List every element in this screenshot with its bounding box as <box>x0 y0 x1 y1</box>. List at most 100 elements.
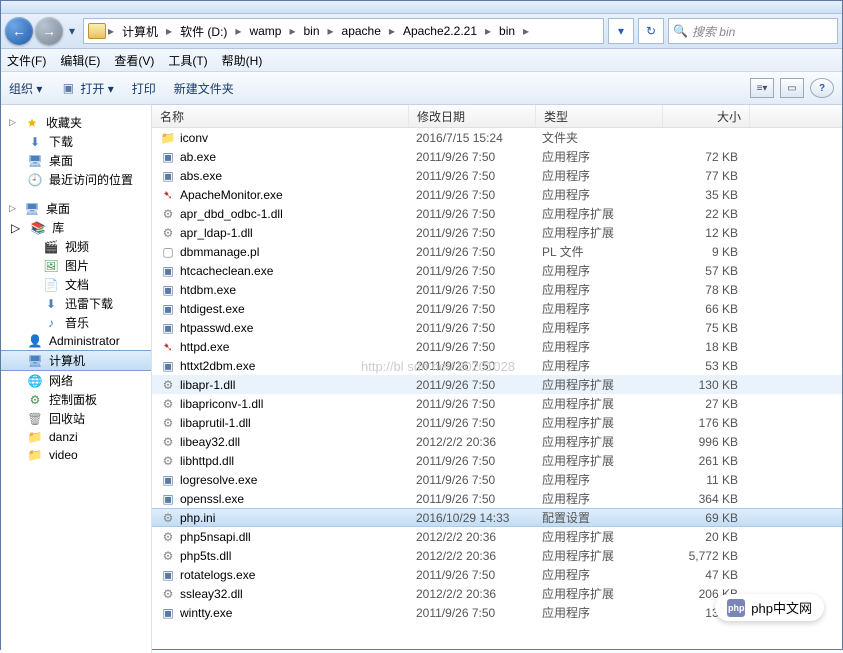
sidebar-item-recycle[interactable]: 🗑回收站 <box>1 409 151 428</box>
file-name: libaprutil-1.dll <box>180 416 251 430</box>
file-row[interactable]: ▣ab.exe2011/9/26 7:50应用程序72 KB <box>152 147 842 166</box>
file-row[interactable]: ➷httpd.exe2011/9/26 7:50应用程序18 KB <box>152 337 842 356</box>
refresh-button[interactable]: ↻ <box>638 18 664 44</box>
menu-help[interactable]: 帮助(H) <box>222 52 263 69</box>
nav-history-dropdown[interactable]: ▾ <box>65 21 79 41</box>
file-row[interactable]: ⚙apr_ldap-1.dll2011/9/26 7:50应用程序扩展12 KB <box>152 223 842 242</box>
breadcrumb-segment[interactable]: apache <box>336 19 387 43</box>
menu-file[interactable]: 文件(F) <box>7 52 46 69</box>
file-row[interactable]: ▣htdigest.exe2011/9/26 7:50应用程序66 KB <box>152 299 842 318</box>
file-row[interactable]: ▣htcacheclean.exe2011/9/26 7:50应用程序57 KB <box>152 261 842 280</box>
breadcrumb-segment[interactable]: bin <box>297 19 325 43</box>
exe-icon: ▣ <box>160 491 176 507</box>
file-row[interactable]: ▣openssl.exe2011/9/26 7:50应用程序364 KB <box>152 489 842 508</box>
file-row[interactable]: ⚙libapr-1.dll2011/9/26 7:50应用程序扩展130 KB <box>152 375 842 394</box>
breadcrumb-path[interactable]: ▸计算机▸软件 (D:)▸wamp▸bin▸apache▸Apache2.2.2… <box>83 18 604 44</box>
nav-back-button[interactable]: ← <box>5 17 33 45</box>
file-date: 2011/9/26 7:50 <box>408 226 534 240</box>
expand-icon: ▷ <box>9 203 18 214</box>
breadcrumb-segment[interactable]: wamp <box>243 19 287 43</box>
file-row[interactable]: ▣htpasswd.exe2011/9/26 7:50应用程序75 KB <box>152 318 842 337</box>
file-row[interactable]: ▢dbmmanage.pl2011/9/26 7:50PL 文件9 KB <box>152 242 842 261</box>
file-size: 27 KB <box>660 397 746 411</box>
file-row[interactable]: ⚙php5ts.dll2012/2/2 20:36应用程序扩展5,772 KB <box>152 546 842 565</box>
file-name: php5ts.dll <box>180 549 231 563</box>
file-size: 11 KB <box>660 473 746 487</box>
column-type[interactable]: 类型 <box>536 105 663 127</box>
file-row[interactable]: ⚙php5nsapi.dll2012/2/2 20:36应用程序扩展20 KB <box>152 527 842 546</box>
file-row[interactable]: ▣httxt2dbm.exe2011/9/26 7:50应用程序53 KB <box>152 356 842 375</box>
file-date: 2011/9/26 7:50 <box>408 492 534 506</box>
sidebar-item-label: 文档 <box>65 276 89 293</box>
file-row[interactable]: ⚙libaprutil-1.dll2011/9/26 7:50应用程序扩展176… <box>152 413 842 432</box>
file-type: 应用程序扩展 <box>534 433 660 450</box>
breadcrumb-separator-icon[interactable]: ▸ <box>483 24 493 38</box>
nav-forward-button[interactable]: → <box>35 17 63 45</box>
nav-buttons: ← → ▾ <box>5 17 79 45</box>
sidebar-item-music[interactable]: ♪音乐 <box>1 313 151 332</box>
breadcrumb-segment[interactable]: Apache2.2.21 <box>397 19 483 43</box>
file-row[interactable]: ⚙libeay32.dll2012/2/2 20:36应用程序扩展996 KB <box>152 432 842 451</box>
file-row[interactable]: ▣abs.exe2011/9/26 7:50应用程序77 KB <box>152 166 842 185</box>
file-row[interactable]: ⚙libapriconv-1.dll2011/9/26 7:50应用程序扩展27… <box>152 394 842 413</box>
breadcrumb-separator-icon[interactable]: ▸ <box>287 24 297 38</box>
file-size: 69 KB <box>660 511 746 525</box>
column-size[interactable]: 大小 <box>663 105 750 127</box>
menu-edit[interactable]: 编辑(E) <box>60 52 100 69</box>
print-button[interactable]: 打印 <box>132 80 156 97</box>
view-options-button[interactable]: ≡▾ <box>750 78 774 98</box>
sidebar-item-document[interactable]: 📄文档 <box>1 275 151 294</box>
help-button[interactable]: ? <box>810 78 834 98</box>
open-button[interactable]: ▣ 打开 ▾ <box>60 80 113 97</box>
preview-pane-button[interactable]: ▭ <box>780 78 804 98</box>
breadcrumb-separator-icon[interactable]: ▸ <box>521 24 531 38</box>
organize-button[interactable]: 组织 ▾ <box>9 80 42 97</box>
breadcrumb-separator-icon[interactable]: ▸ <box>326 24 336 38</box>
file-type: 应用程序扩展 <box>534 528 660 545</box>
sidebar-item-network[interactable]: 🌐网络 <box>1 371 151 390</box>
sidebar-item-user[interactable]: 👤Administrator <box>1 332 151 350</box>
new-folder-button[interactable]: 新建文件夹 <box>174 80 234 97</box>
menu-tools[interactable]: 工具(T) <box>168 52 207 69</box>
menu-view[interactable]: 查看(V) <box>114 52 154 69</box>
sidebar-item-computer[interactable]: 🖥计算机 <box>1 350 151 371</box>
sidebar-item-video[interactable]: 🎬视频 <box>1 237 151 256</box>
breadcrumb-separator-icon[interactable]: ▸ <box>164 24 174 38</box>
recycle-icon: 🗑 <box>27 411 43 427</box>
sidebar-item-folder[interactable]: 📁danzi <box>1 428 151 446</box>
sidebar-item-library[interactable]: ▷📚库 <box>1 218 151 237</box>
breadcrumb-dropdown[interactable]: ▾ <box>608 18 634 44</box>
sidebar-item-picture[interactable]: 🖼图片 <box>1 256 151 275</box>
sidebar-item-download[interactable]: ⬇下载 <box>1 132 151 151</box>
file-name: ab.exe <box>180 150 216 164</box>
breadcrumb-separator-icon[interactable]: ▸ <box>106 24 116 38</box>
file-date: 2011/9/26 7:50 <box>408 245 534 259</box>
column-name[interactable]: 名称 <box>152 105 409 127</box>
sidebar-item-control[interactable]: ⚙控制面板 <box>1 390 151 409</box>
search-input[interactable]: 🔍 搜索 bin <box>668 18 838 44</box>
file-name: htdigest.exe <box>180 302 245 316</box>
sidebar-item-recent[interactable]: 🕘最近访问的位置 <box>1 170 151 189</box>
file-row[interactable]: ▣logresolve.exe2011/9/26 7:50应用程序11 KB <box>152 470 842 489</box>
file-row[interactable]: ▣htdbm.exe2011/9/26 7:50应用程序78 KB <box>152 280 842 299</box>
file-row[interactable]: ➷ApacheMonitor.exe2011/9/26 7:50应用程序35 K… <box>152 185 842 204</box>
breadcrumb-separator-icon[interactable]: ▸ <box>387 24 397 38</box>
file-row[interactable]: 📁iconv2016/7/15 15:24文件夹 <box>152 128 842 147</box>
breadcrumb-segment[interactable]: bin <box>493 19 521 43</box>
sidebar-favorites-header[interactable]: ▷ ★ 收藏夹 <box>1 113 151 132</box>
breadcrumb-segment[interactable]: 软件 (D:) <box>174 19 233 43</box>
sidebar-item-thunder[interactable]: ⬇迅雷下载 <box>1 294 151 313</box>
file-row[interactable]: ⚙apr_dbd_odbc-1.dll2011/9/26 7:50应用程序扩展2… <box>152 204 842 223</box>
network-icon: 🌐 <box>27 373 43 389</box>
file-row[interactable]: ⚙php.ini2016/10/29 14:33配置设置69 KB <box>152 508 842 527</box>
sidebar-item-desktop[interactable]: 🖥桌面 <box>1 151 151 170</box>
file-row[interactable]: ▣rotatelogs.exe2011/9/26 7:50应用程序47 KB <box>152 565 842 584</box>
breadcrumb-segment[interactable]: 计算机 <box>116 19 164 43</box>
breadcrumb-separator-icon[interactable]: ▸ <box>233 24 243 38</box>
column-date[interactable]: 修改日期 <box>409 105 536 127</box>
toolbar: 组织 ▾ ▣ 打开 ▾ 打印 新建文件夹 ≡▾ ▭ ? <box>1 72 842 105</box>
file-row[interactable]: ⚙libhttpd.dll2011/9/26 7:50应用程序扩展261 KB <box>152 451 842 470</box>
window-titlebar-edge <box>1 1 842 14</box>
sidebar-desktop-header[interactable]: ▷ 🖥 桌面 <box>1 199 151 218</box>
sidebar-item-folder[interactable]: 📁video <box>1 446 151 464</box>
